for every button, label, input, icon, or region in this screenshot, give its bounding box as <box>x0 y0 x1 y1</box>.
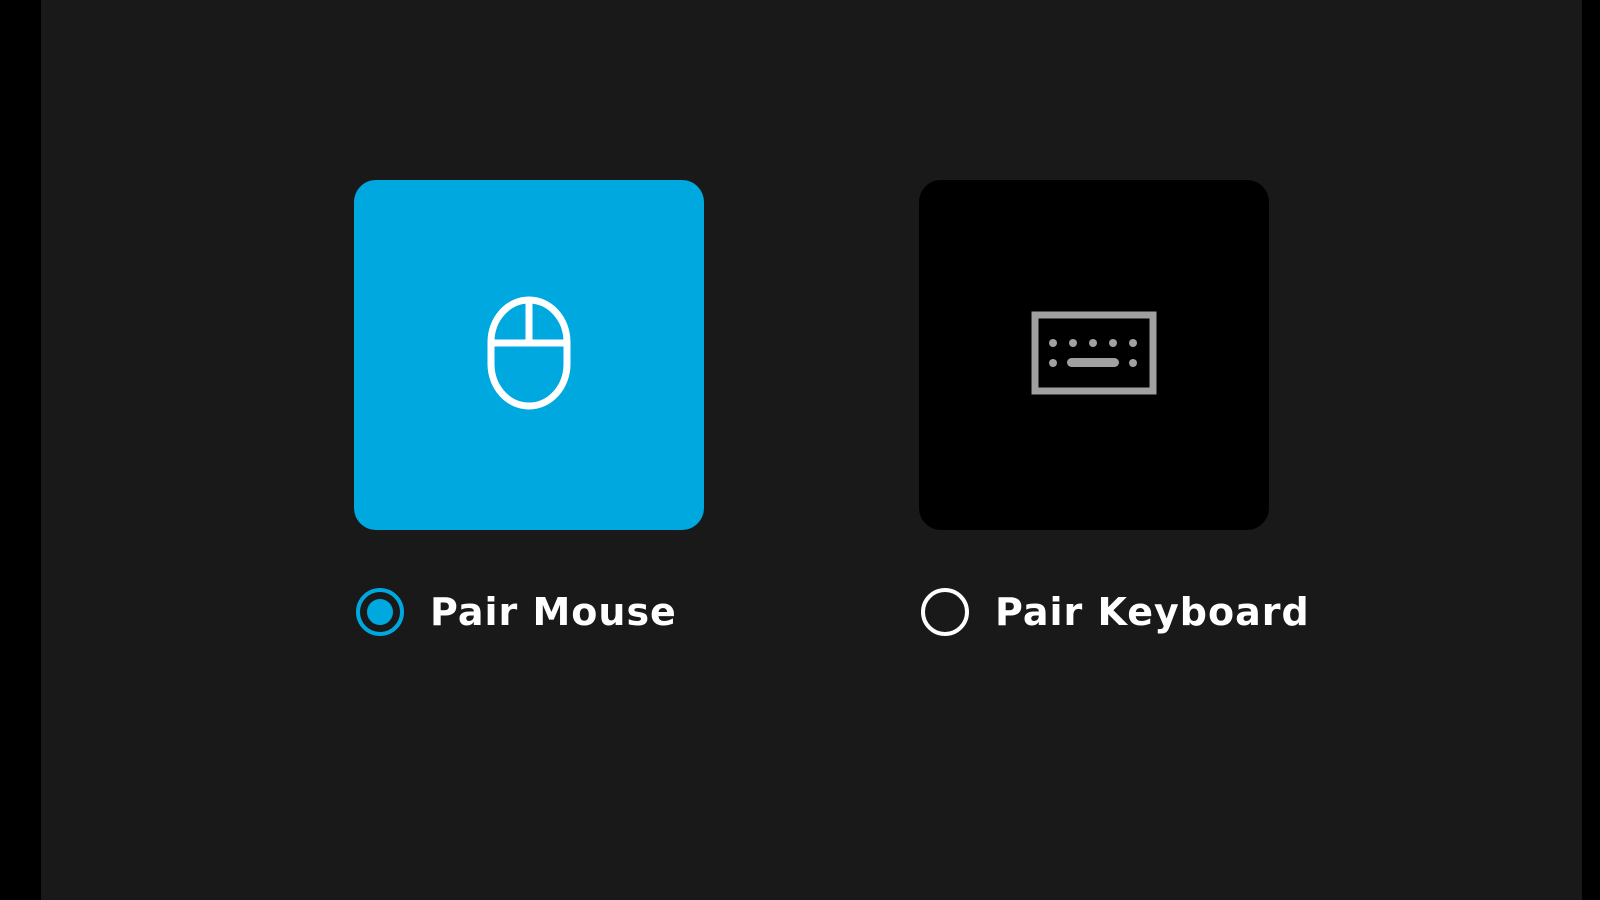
window-edge <box>1582 0 1600 900</box>
pairing-screen <box>41 0 1582 900</box>
pair-mouse-label-row[interactable]: Pair Mouse <box>356 584 677 640</box>
radio-selected-dot <box>367 599 393 625</box>
keyboard-icon <box>1031 311 1157 399</box>
pair-mouse-option[interactable]: Pair Mouse <box>354 180 774 650</box>
pair-mouse-radio[interactable] <box>356 588 404 636</box>
pair-keyboard-tile[interactable] <box>919 180 1269 530</box>
pair-mouse-label: Pair Mouse <box>430 590 677 634</box>
pair-mouse-tile[interactable] <box>354 180 704 530</box>
pair-keyboard-radio[interactable] <box>921 588 969 636</box>
mouse-icon <box>484 293 574 417</box>
pair-keyboard-label: Pair Keyboard <box>995 590 1310 634</box>
pair-keyboard-option[interactable]: Pair Keyboard <box>919 180 1339 650</box>
pair-keyboard-label-row[interactable]: Pair Keyboard <box>921 584 1310 640</box>
